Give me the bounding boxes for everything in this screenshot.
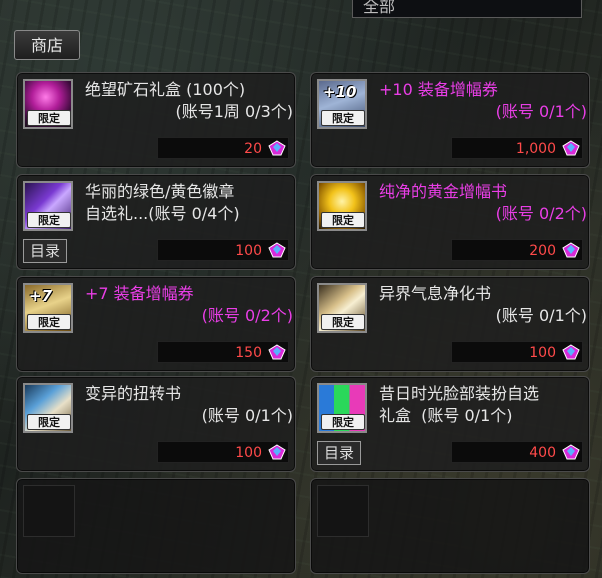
shop-item-card[interactable]: 限定 异界气息净化书 (账号 0/1个) 100 bbox=[310, 276, 590, 372]
limited-badge: 限定 bbox=[321, 314, 365, 330]
plus-level: +7 bbox=[29, 287, 53, 305]
item-price: 100 bbox=[529, 345, 556, 361]
item-price: 200 bbox=[529, 243, 556, 259]
item-limit: (账号 0/1个) bbox=[495, 306, 587, 325]
item-name: 华丽的绿色/黄色徽章 bbox=[85, 182, 235, 201]
shop-item-card[interactable]: 限定 变异的扭转书 (账号 0/1个) 100 bbox=[16, 376, 296, 472]
item-price: 1,000 bbox=[515, 141, 556, 157]
item-limit: (账号 0/2个) bbox=[201, 306, 293, 325]
item-name: 昔日时光脸部装扮自选 bbox=[379, 384, 540, 403]
item-name: 变异的扭转书 bbox=[85, 384, 182, 403]
gold-book-icon: 限定 bbox=[317, 181, 367, 231]
empty-item-card bbox=[310, 478, 590, 574]
item-price: 100 bbox=[235, 445, 262, 461]
price-bar: 100 bbox=[157, 239, 289, 261]
price-bar: 200 bbox=[451, 239, 583, 261]
shop-item-card[interactable]: 限定 昔日时光脸部装扮自选 礼盒 (账号 0/1个) 目录 400 bbox=[310, 376, 590, 472]
twist-book-icon: 限定 bbox=[23, 383, 73, 433]
shop-item-card[interactable]: +10 限定 +10 装备增幅券 (账号 0/1个) 1,000 bbox=[310, 72, 590, 168]
shop-item-card[interactable]: +7 限定 +7 装备增幅券 (账号 0/2个) 150 bbox=[16, 276, 296, 372]
item-name-line2: 自选礼...(账号 0/4个) bbox=[85, 204, 240, 223]
limited-badge: 限定 bbox=[27, 414, 71, 430]
purify-book-icon: 限定 bbox=[317, 283, 367, 333]
face-box-icon: 限定 bbox=[317, 383, 367, 433]
item-name: +7 装备增幅券 bbox=[85, 284, 194, 303]
limited-badge: 限定 bbox=[321, 212, 365, 228]
price-bar: 20 bbox=[157, 137, 289, 159]
amplify-ticket-icon: +7 限定 bbox=[23, 283, 73, 333]
shop-item-card[interactable]: 限定 华丽的绿色/黄色徽章 自选礼...(账号 0/4个) 目录 100 bbox=[16, 174, 296, 270]
tab-shop[interactable]: 商店 bbox=[14, 30, 80, 60]
gem-icon bbox=[268, 444, 286, 460]
item-price: 150 bbox=[235, 345, 262, 361]
item-limit: (账号 0/1个) bbox=[201, 406, 293, 425]
magenta-box-icon: 限定 bbox=[23, 79, 73, 129]
price-bar: 400 bbox=[451, 441, 583, 463]
price-bar: 100 bbox=[157, 441, 289, 463]
price-bar: 100 bbox=[451, 341, 583, 363]
item-name: +10 装备增幅券 bbox=[379, 80, 498, 99]
empty-icon-slot bbox=[317, 485, 369, 537]
price-bar: 150 bbox=[157, 341, 289, 363]
emblem-box-icon: 限定 bbox=[23, 181, 73, 231]
item-price: 400 bbox=[529, 445, 556, 461]
plus-level: +10 bbox=[323, 83, 357, 101]
item-price: 100 bbox=[235, 243, 262, 259]
gem-icon bbox=[562, 344, 580, 360]
limited-badge: 限定 bbox=[27, 314, 71, 330]
limited-badge: 限定 bbox=[27, 212, 71, 228]
item-name: 异界气息净化书 bbox=[379, 284, 492, 303]
item-name: 纯净的黄金增幅书 bbox=[379, 182, 508, 201]
gem-icon bbox=[562, 242, 580, 258]
gem-icon bbox=[268, 242, 286, 258]
amplify-ticket-icon: +10 限定 bbox=[317, 79, 367, 129]
gem-icon bbox=[562, 444, 580, 460]
gem-icon bbox=[268, 140, 286, 156]
item-limit: (账号 0/2个) bbox=[495, 204, 587, 223]
item-name-line2: 礼盒 (账号 0/1个) bbox=[379, 406, 513, 425]
item-name: 绝望矿石礼盒 (100个) bbox=[85, 80, 246, 99]
price-bar: 1,000 bbox=[451, 137, 583, 159]
gem-icon bbox=[268, 344, 286, 360]
catalog-button[interactable]: 目录 bbox=[23, 239, 67, 263]
item-limit: (账号1周 0/3个) bbox=[175, 102, 293, 121]
shop-item-card[interactable]: 限定 纯净的黄金增幅书 (账号 0/2个) 200 bbox=[310, 174, 590, 270]
gem-icon bbox=[562, 140, 580, 156]
empty-icon-slot bbox=[23, 485, 75, 537]
limited-badge: 限定 bbox=[321, 110, 365, 126]
empty-item-card bbox=[16, 478, 296, 574]
item-price: 20 bbox=[244, 141, 262, 157]
shop-item-card[interactable]: 限定 绝望矿石礼盒 (100个) (账号1周 0/3个) 20 bbox=[16, 72, 296, 168]
catalog-button[interactable]: 目录 bbox=[317, 441, 361, 465]
item-limit: (账号 0/1个) bbox=[495, 102, 587, 121]
filter-dropdown[interactable]: 全部 bbox=[352, 0, 582, 18]
limited-badge: 限定 bbox=[27, 110, 71, 126]
limited-badge: 限定 bbox=[321, 414, 365, 430]
